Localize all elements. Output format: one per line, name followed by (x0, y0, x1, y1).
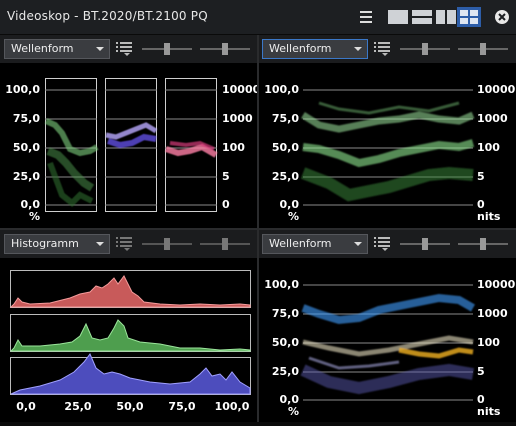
x-tick-label: 50,0 (116, 400, 143, 413)
tick-label: 25,0 (13, 170, 40, 183)
x-tick-label: 0,0 (16, 400, 36, 413)
toolbar-bottom-right: Wellenform (259, 230, 516, 258)
mode-label: Histogramm (11, 237, 79, 250)
list-menu-icon[interactable] (115, 236, 133, 252)
tick-label: 1000 (477, 307, 508, 320)
waveform-trace (300, 101, 475, 202)
rgb-overlay-waveform-scope: 100,0 75,0 50,0 25,0 0,0 % 10000 1000 10… (264, 278, 516, 418)
slider-icon[interactable] (200, 238, 250, 250)
x-tick-label: 75,0 (168, 400, 195, 413)
slider-icon[interactable] (400, 238, 450, 250)
tick-label: 50,0 (272, 336, 299, 349)
tick-label: 100,0 (264, 83, 299, 96)
tick-label: 1000 (222, 112, 253, 125)
toolbar-bottom-left: Histogramm (0, 230, 257, 258)
tick-label: 100,0 (264, 278, 299, 291)
slider-icon[interactable] (200, 43, 250, 55)
luma-waveform-scope: 100,0 75,0 50,0 25,0 0,0 % 10000 1000 10… (264, 83, 516, 223)
tick-label: 100 (222, 141, 245, 154)
mode-label: Wellenform (269, 42, 332, 55)
quad-layout-icon[interactable] (457, 7, 481, 27)
list-menu-icon[interactable] (373, 236, 391, 252)
chevron-down-icon (354, 242, 362, 246)
tick-label: 5 (477, 170, 485, 183)
close-icon[interactable] (494, 9, 510, 25)
mode-dropdown-bottom-left[interactable]: Histogramm (4, 234, 110, 254)
histogram-x-axis: 0,0 25,0 50,0 75,0 100,0 (16, 400, 249, 413)
tick-label: 25,0 (272, 170, 299, 183)
tick-label: 50,0 (13, 141, 40, 154)
scale-right: 10000 1000 100 5 0 nits (477, 83, 516, 223)
tick-label: 50,0 (272, 141, 299, 154)
green-histogram (9, 319, 251, 352)
histogram-scope: 0,0 25,0 50,0 75,0 100,0 (9, 270, 251, 413)
chevron-down-icon (354, 47, 362, 51)
scope-top-right: 100,0 75,0 50,0 25,0 0,0 % 10000 1000 10… (259, 63, 516, 228)
blue-histogram (10, 353, 251, 395)
waveform-trace (44, 118, 218, 208)
slider-icon[interactable] (142, 43, 192, 55)
mode-label: Wellenform (11, 42, 74, 55)
toolbar-top-left: Wellenform (0, 35, 257, 63)
slider-icon[interactable] (142, 238, 192, 250)
single-layout-icon[interactable] (387, 9, 409, 25)
scale-left: 100,0 75,0 50,0 25,0 0,0 % (5, 83, 40, 223)
chevron-down-icon (96, 242, 104, 246)
slider-icon[interactable] (458, 238, 508, 250)
tick-label: 100 (477, 336, 500, 349)
tick-label: 5 (222, 170, 230, 183)
tick-label: 10000 (477, 278, 516, 291)
title-bar: Videoskop - BT.2020/BT.2100 PQ (0, 0, 516, 34)
hamburger-icon[interactable] (359, 9, 373, 25)
scale-left: 100,0 75,0 50,0 25,0 0,0 % (264, 278, 299, 418)
tick-label: 10000 (477, 83, 516, 96)
two-col-layout-icon[interactable] (435, 9, 457, 25)
unit-label: % (29, 210, 40, 223)
unit-label: % (288, 405, 299, 418)
mode-label: Wellenform (269, 237, 332, 250)
slider-icon[interactable] (400, 43, 450, 55)
scale-right: 10000 1000 100 5 0 nits (477, 278, 516, 418)
toolbar-top-right: Wellenform (259, 35, 516, 63)
x-tick-label: 100,0 (215, 400, 250, 413)
tick-label: 100,0 (5, 83, 40, 96)
scale-left: 100,0 75,0 50,0 25,0 0,0 % (264, 83, 299, 223)
horizontal-divider[interactable] (0, 228, 516, 230)
unit-label: nits (477, 210, 501, 223)
tick-label: 10000 (222, 83, 257, 96)
tick-label: 75,0 (13, 112, 40, 125)
list-menu-icon[interactable] (373, 41, 391, 57)
tick-label: 100 (477, 141, 500, 154)
red-histogram (9, 275, 251, 308)
chevron-down-icon (96, 47, 104, 51)
rgb-parade-scope: 100,0 75,0 50,0 25,0 0,0 % 10000 1000 10… (5, 78, 261, 223)
tick-label: 75,0 (272, 307, 299, 320)
window-title: Videoskop - BT.2020/BT.2100 PQ (7, 9, 208, 23)
tick-label: 1000 (477, 112, 508, 125)
mode-dropdown-top-left[interactable]: Wellenform (4, 39, 110, 59)
two-row-layout-icon[interactable] (411, 9, 433, 25)
x-tick-label: 25,0 (64, 400, 91, 413)
scope-top-left: 100,0 75,0 50,0 25,0 0,0 % 10000 1000 10… (0, 63, 261, 228)
unit-label: % (288, 210, 299, 223)
mode-dropdown-top-right[interactable]: Wellenform (262, 39, 368, 59)
tick-label: 25,0 (272, 365, 299, 378)
tick-label: 75,0 (272, 112, 299, 125)
scope-bottom-right: 100,0 75,0 50,0 25,0 0,0 % 10000 1000 10… (259, 258, 516, 422)
scope-bottom-left: 0,0 25,0 50,0 75,0 100,0 (0, 258, 257, 422)
tick-label: 0 (222, 198, 230, 211)
tick-label: 5 (477, 365, 485, 378)
slider-icon[interactable] (458, 43, 508, 55)
unit-label: nits (477, 405, 501, 418)
mode-dropdown-bottom-right[interactable]: Wellenform (262, 234, 368, 254)
list-menu-icon[interactable] (115, 41, 133, 57)
scale-right: 10000 1000 100 5 0 (222, 83, 261, 211)
